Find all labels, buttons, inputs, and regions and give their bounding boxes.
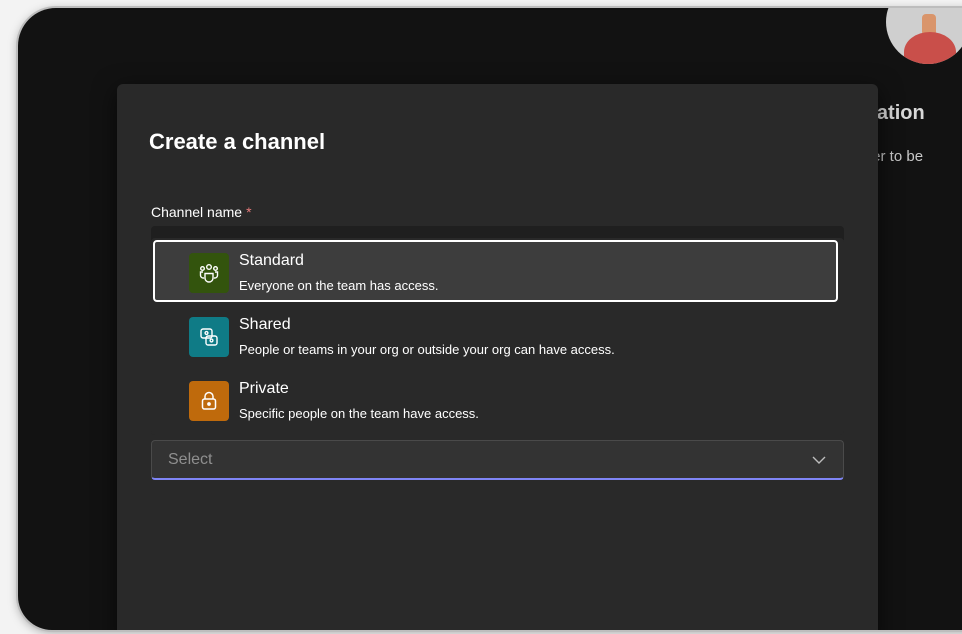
option-shared-title: Shared — [239, 316, 291, 333]
option-private-description: Specific people on the team have access. — [239, 406, 479, 421]
app-window: rsation icher to be Create a channel Cha… — [18, 8, 962, 630]
select-placeholder: Select — [168, 451, 213, 468]
option-standard-description: Everyone on the team has access. — [239, 278, 439, 293]
channel-name-label-text: Channel name — [151, 204, 243, 220]
lock-icon — [189, 381, 229, 421]
option-standard-title: Standard — [239, 252, 304, 269]
option-shared[interactable]: Shared People or teams in your org or ou… — [153, 304, 838, 366]
avatar[interactable] — [886, 8, 962, 64]
chevron-down-icon — [812, 456, 826, 464]
channel-name-label: Channel name * — [151, 204, 252, 220]
privacy-options-list: Standard Everyone on the team has access… — [151, 238, 844, 435]
required-marker: * — [246, 204, 252, 220]
option-private[interactable]: Private Specific people on the team have… — [153, 368, 838, 430]
option-private-title: Private — [239, 380, 289, 397]
option-standard[interactable]: Standard Everyone on the team has access… — [153, 240, 838, 302]
option-shared-description: People or teams in your org or outside y… — [239, 342, 615, 357]
privacy-select[interactable]: Select — [151, 440, 844, 480]
create-channel-dialog: Create a channel Channel name * Standard… — [117, 84, 878, 630]
shared-icon — [189, 317, 229, 357]
dialog-title: Create a channel — [149, 129, 326, 154]
people-icon — [189, 253, 229, 293]
